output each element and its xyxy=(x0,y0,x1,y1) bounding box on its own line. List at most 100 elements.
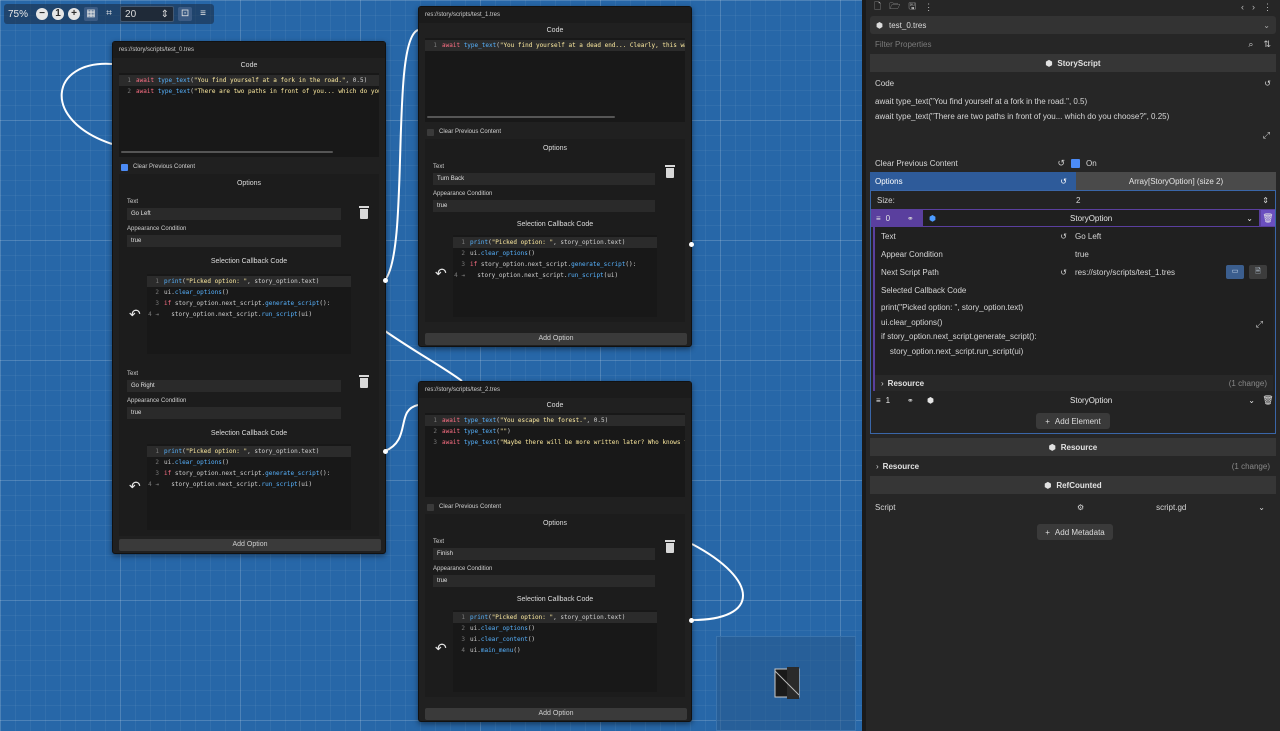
new-resource-icon[interactable]: 🗋 xyxy=(874,0,881,15)
undo-icon[interactable]: ↶ xyxy=(129,306,141,323)
clear-content-row[interactable]: Clear Previous Content xyxy=(419,125,691,139)
array-element-0[interactable]: ≡ 0 ⚭ ⬢ StoryOption ⌄ 🗑 xyxy=(871,209,1275,227)
graph-editor[interactable]: 75% − 1 + ▦ ⌗ 20 ⇕ ⊡ ≡ res://story/script… xyxy=(0,0,862,731)
history-forward-icon[interactable]: › xyxy=(1252,2,1255,12)
trash-icon[interactable]: 🗑 xyxy=(1261,210,1275,226)
browse-path-icon[interactable]: ▭ xyxy=(1226,265,1244,279)
snap-grid-icon[interactable]: ⌗ xyxy=(102,7,116,21)
trash-icon[interactable] xyxy=(665,540,675,553)
option-text-field[interactable]: Go Right xyxy=(127,380,341,392)
trash-icon[interactable] xyxy=(359,206,369,219)
clear-content-row[interactable]: Clear Previous Content xyxy=(113,160,385,174)
expand-icon[interactable]: ⤢ xyxy=(1256,317,1263,332)
revert-icon[interactable]: ↺ xyxy=(1264,79,1271,88)
scrollbar[interactable] xyxy=(121,151,333,153)
callback-code-editor[interactable]: print("Picked option: ", story_option.te… xyxy=(875,299,1273,375)
option-text-field[interactable]: Go Left xyxy=(127,208,341,220)
add-element-button[interactable]: + Add Element xyxy=(1036,413,1110,429)
undo-icon[interactable]: ↶ xyxy=(129,478,141,495)
snap-distance-field[interactable]: 20 ⇕ xyxy=(120,6,175,22)
arrange-nodes-icon[interactable]: ≡ xyxy=(196,7,210,21)
line-number: 1 xyxy=(155,448,159,455)
undo-icon[interactable]: ↶ xyxy=(435,265,447,282)
element-resource-selector[interactable]: ⬢ StoryOption ⌄ xyxy=(923,210,1259,226)
checkbox[interactable] xyxy=(121,163,128,171)
zoom-reset-icon[interactable]: 1 xyxy=(52,8,65,20)
option-condition-field[interactable]: true xyxy=(127,407,341,419)
condition-value-field[interactable]: true xyxy=(1075,250,1089,259)
history-back-icon[interactable]: ‹ xyxy=(1241,2,1244,12)
minimap-toggle-icon[interactable]: ⊡ xyxy=(178,7,193,21)
code-token: await xyxy=(442,428,464,435)
code-text-editor[interactable]: await type_text("You find yourself at a … xyxy=(866,92,1280,154)
element-resource-fold[interactable]: › Resource (1 change) xyxy=(875,375,1273,391)
size-spinbox[interactable]: 2 ⇕ xyxy=(1071,196,1269,205)
element-resource-selector[interactable]: ⬢ StoryOption ⌄ xyxy=(921,392,1261,408)
code-line: 3 ui.clear_content() xyxy=(453,634,657,645)
add-option-button[interactable]: Add Option xyxy=(425,333,687,345)
output-port[interactable] xyxy=(689,242,694,247)
clear-content-row[interactable]: Clear Previous Content xyxy=(419,500,691,514)
more-options-icon[interactable]: ⋮ xyxy=(924,2,933,13)
story-node-test-0[interactable]: res://story/scripts/test_0.tres Code 1 aw… xyxy=(112,41,388,554)
zoom-out-icon[interactable]: − xyxy=(36,8,49,20)
text-value-field[interactable]: Go Left xyxy=(1075,232,1101,241)
path-field[interactable]: res://story/scripts/test_1.tres xyxy=(1075,268,1221,277)
option-text-field[interactable]: Finish xyxy=(433,548,655,560)
callback-code-editor[interactable]: 1 print("Picked option: ", story_option.t… xyxy=(453,610,657,692)
link-icon[interactable]: ⚭ xyxy=(907,214,921,223)
trash-icon[interactable] xyxy=(359,375,369,388)
option-condition-field[interactable]: true xyxy=(433,200,655,212)
drag-handle-icon[interactable]: ≡ xyxy=(876,214,881,223)
sort-icon[interactable]: ⇅ xyxy=(1263,39,1271,50)
trash-icon[interactable] xyxy=(665,165,675,178)
callback-code-editor[interactable]: 1 print("Picked option: ", story_option.t… xyxy=(147,274,351,354)
script-selector[interactable]: ⚙ script.gd ⌄ xyxy=(1071,503,1271,512)
drag-handle-icon[interactable]: ≡ xyxy=(876,396,881,405)
save-resource-icon[interactable]: 🖫 xyxy=(908,0,916,15)
options-property[interactable]: Options ↺ Array[StoryOption] (size 2) xyxy=(870,172,1276,190)
add-option-button[interactable]: Add Option xyxy=(119,539,381,551)
trash-icon[interactable]: 🗑 xyxy=(1261,392,1275,408)
search-icon[interactable]: ⌕ xyxy=(1248,39,1253,50)
story-node-test-1[interactable]: res://story/scripts/test_1.tres Code 1 aw… xyxy=(418,6,694,347)
callback-code-editor[interactable]: 1 print("Picked option: ", story_option.t… xyxy=(147,444,351,530)
zoom-in-icon[interactable]: + xyxy=(68,8,81,20)
link-icon[interactable]: ⚭ xyxy=(907,396,921,405)
array-element-1[interactable]: ≡ 1 ⚭ ⬢ StoryOption ⌄ 🗑 xyxy=(871,391,1275,409)
output-port[interactable] xyxy=(689,618,694,623)
revert-icon[interactable]: ↺ xyxy=(1060,177,1067,186)
output-port[interactable] xyxy=(383,449,388,454)
code-editor[interactable]: 1 await type_text("You find yourself at a… xyxy=(119,73,379,157)
add-option-button[interactable]: Add Option xyxy=(425,708,687,720)
code-token: clear_options xyxy=(480,625,528,632)
story-node-test-2[interactable]: res://story/scripts/test_2.tres Code 1 aw… xyxy=(418,381,694,722)
option-condition-field[interactable]: true xyxy=(127,235,341,247)
history-list-icon[interactable]: ⋮ xyxy=(1263,2,1272,13)
option-condition-field[interactable]: true xyxy=(433,575,655,587)
filter-properties-input[interactable]: Filter Properties ⌕ ⇅ xyxy=(870,36,1276,52)
grid-toggle-icon[interactable]: ▦ xyxy=(84,7,99,21)
graph-minimap[interactable] xyxy=(716,636,856,731)
output-port[interactable] xyxy=(383,278,388,283)
expand-icon[interactable]: ⤢ xyxy=(1263,128,1270,143)
revert-icon[interactable]: ↺ xyxy=(1060,268,1067,277)
add-metadata-button[interactable]: + Add Metadata xyxy=(1037,524,1113,540)
callback-code-editor[interactable]: 1 print("Picked option: ", story_option.t… xyxy=(453,235,657,317)
checkbox[interactable] xyxy=(427,128,434,136)
open-file-icon[interactable]: 🗎 xyxy=(1249,265,1267,279)
code-editor[interactable]: 1 await type_text("You find yourself at a… xyxy=(425,38,685,122)
array-toggle-button[interactable]: Array[StoryOption] (size 2) xyxy=(1076,172,1276,190)
revert-icon[interactable]: ↺ xyxy=(1057,158,1065,169)
revert-icon[interactable]: ↺ xyxy=(1060,232,1067,241)
option-text-field[interactable]: Turn Back xyxy=(433,173,655,185)
open-resource-icon[interactable]: 🗁 xyxy=(889,0,900,15)
code-editor[interactable]: 1 await type_text("You escape the forest.… xyxy=(425,413,685,497)
scrollbar[interactable] xyxy=(427,116,615,118)
clear-content-checkbox[interactable] xyxy=(1071,158,1080,168)
zoom-level[interactable]: 75% xyxy=(8,9,28,20)
resource-selector[interactable]: ⬢ test_0.tres ⌄ xyxy=(870,16,1276,34)
resource-fold[interactable]: › Resource (1 change) xyxy=(870,458,1276,474)
undo-icon[interactable]: ↶ xyxy=(435,640,447,657)
checkbox[interactable] xyxy=(427,503,434,511)
